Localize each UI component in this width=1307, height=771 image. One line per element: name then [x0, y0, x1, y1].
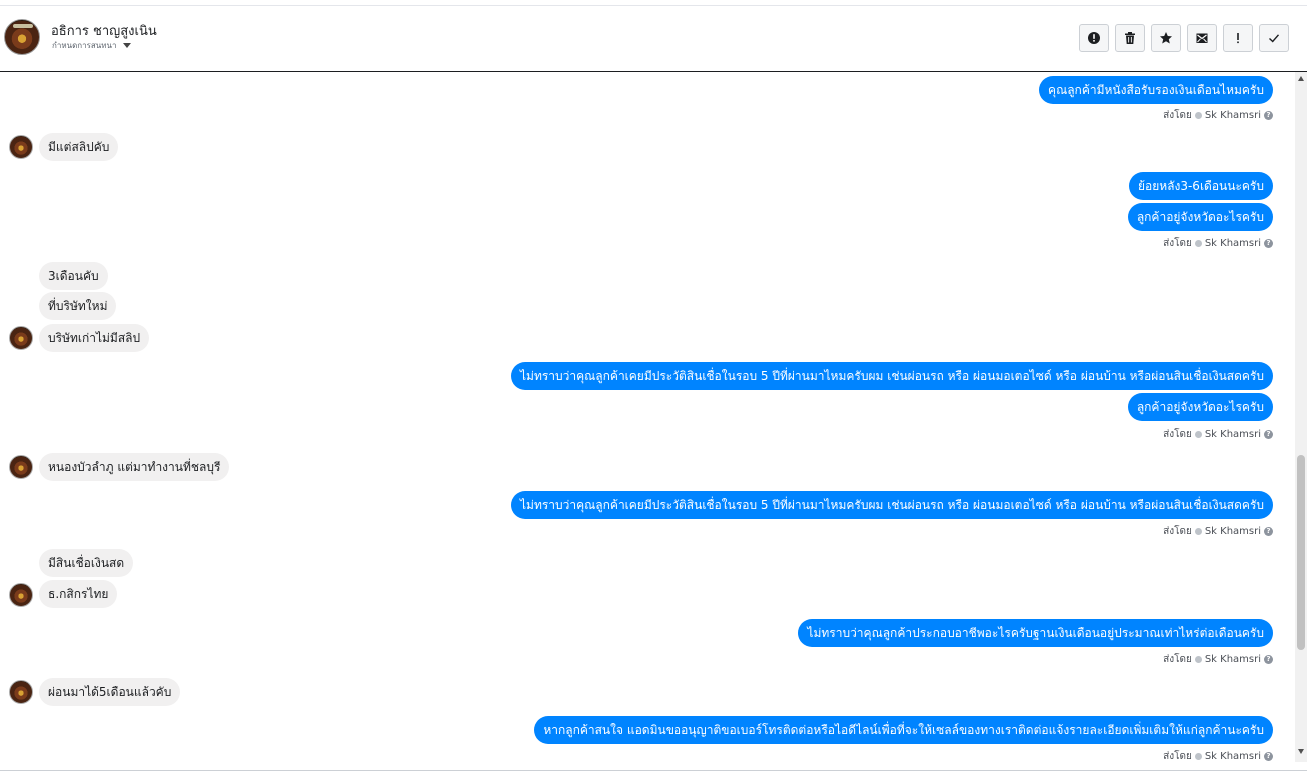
sent-by-prefix: ส่งโดย	[1163, 526, 1192, 537]
sent-by-label: ส่งโดย Sk Khamsri?	[1163, 236, 1273, 251]
sent-by-label: ส่งโดย Sk Khamsri?	[1163, 749, 1273, 762]
help-icon[interactable]: ?	[1264, 655, 1273, 664]
sender-dot-icon	[1194, 753, 1202, 760]
star-button[interactable]	[1151, 24, 1181, 52]
message-incoming: ผ่อนมาได้5เดือนแล้วคับ	[39, 678, 181, 706]
spam-button[interactable]	[1079, 24, 1109, 52]
help-icon[interactable]: ?	[1264, 111, 1273, 120]
sent-by-label: ส่งโดย Sk Khamsri?	[1163, 108, 1273, 123]
check-icon	[1269, 34, 1280, 43]
sent-by-label: ส่งโดย Sk Khamsri?	[1163, 652, 1273, 667]
message-incoming: มีแต่สลิปคับ	[39, 133, 119, 161]
sent-by-prefix: ส่งโดย	[1163, 654, 1192, 665]
conversation-schedule[interactable]: กำหนดการสนทนา	[52, 39, 131, 52]
mail-icon	[1196, 33, 1208, 43]
caret-down-icon	[122, 43, 131, 48]
sent-by-prefix: ส่งโดย	[1163, 429, 1192, 440]
message-outgoing: คุณลูกค้ามีหนังสือรับรองเงินเดือนไหมครับ	[1039, 76, 1273, 104]
trash-icon	[1125, 32, 1135, 44]
contact-avatar-small[interactable]	[9, 135, 33, 159]
follow-up-button[interactable]	[1223, 24, 1253, 52]
contact-avatar-small[interactable]	[9, 583, 33, 607]
sender-dot-icon	[1194, 431, 1202, 438]
header-actions	[1079, 24, 1289, 52]
help-icon[interactable]: ?	[1264, 239, 1273, 248]
alert-circle-icon	[1088, 32, 1100, 44]
contact-avatar[interactable]	[4, 19, 40, 55]
sender-name: Sk Khamsri	[1204, 110, 1261, 121]
contact-avatar-small[interactable]	[9, 326, 33, 350]
message-outgoing: ไม่ทราบว่าคุณลูกค้าประกอบอาชีพอะไรครับฐา…	[798, 619, 1273, 647]
sender-name: Sk Khamsri	[1204, 526, 1261, 537]
conversation-header: อธิการ ชาญสูงเนิน กำหนดการสนทนา	[0, 6, 1307, 72]
message-thread[interactable]: คุณลูกค้ามีหนังสือรับรองเงินเดือนไหมครับ…	[0, 72, 1307, 762]
message-outgoing: ลูกค้าอยู่จังหวัดอะไรครับ	[1127, 393, 1273, 421]
done-button[interactable]	[1259, 24, 1289, 52]
sent-by-label: ส่งโดย Sk Khamsri?	[1163, 524, 1273, 539]
contact-name[interactable]: อธิการ ชาญสูงเนิน	[51, 20, 157, 41]
sender-name: Sk Khamsri	[1204, 654, 1261, 665]
message-incoming: บริษัทเก่าไม่มีสลิป	[39, 324, 150, 352]
sender-name: Sk Khamsri	[1204, 751, 1261, 762]
mark-unread-button[interactable]	[1187, 24, 1217, 52]
message-outgoing: หากลูกค้าสนใจ แอดมินขออนุญาติขอเบอร์โทรต…	[534, 716, 1273, 744]
sent-by-prefix: ส่งโดย	[1163, 110, 1192, 121]
delete-button[interactable]	[1115, 24, 1145, 52]
exclamation-icon	[1237, 33, 1239, 44]
sender-dot-icon	[1194, 656, 1202, 663]
message-incoming: หนองบัวลำภู แต่มาทำงานที่ชลบุรี	[39, 453, 230, 481]
conversation-schedule-label: กำหนดการสนทนา	[52, 41, 117, 50]
sender-name: Sk Khamsri	[1204, 238, 1261, 249]
sent-by-label: ส่งโดย Sk Khamsri?	[1163, 427, 1273, 442]
sender-dot-icon	[1194, 240, 1202, 247]
help-icon[interactable]: ?	[1264, 752, 1273, 761]
sender-dot-icon	[1194, 112, 1202, 119]
contact-avatar-small[interactable]	[9, 455, 33, 479]
message-outgoing: ไม่ทราบว่าคุณลูกค้าเคยมีประวัติสินเชื่อใ…	[511, 362, 1273, 390]
sender-name: Sk Khamsri	[1204, 429, 1261, 440]
message-outgoing: ลูกค้าอยู่จังหวัดอะไรครับ	[1127, 203, 1273, 231]
contact-avatar-small[interactable]	[9, 680, 33, 704]
message-incoming: 3เดือนคับ	[39, 262, 108, 290]
message-outgoing: ไม่ทราบว่าคุณลูกค้าเคยมีประวัติสินเชื่อใ…	[511, 491, 1273, 519]
help-icon[interactable]: ?	[1264, 527, 1273, 536]
message-outgoing: ย้อยหลัง3-6เดือนนะครับ	[1128, 172, 1273, 200]
message-incoming: ธ.กสิกรไทย	[39, 580, 118, 608]
message-incoming: ที่บริษัทใหม่	[39, 292, 117, 320]
help-icon[interactable]: ?	[1264, 430, 1273, 439]
star-icon	[1160, 32, 1172, 44]
sent-by-prefix: ส่งโดย	[1163, 238, 1192, 249]
message-incoming: มีสินเชื่อเงินสด	[39, 549, 134, 577]
sender-dot-icon	[1194, 528, 1202, 535]
sent-by-prefix: ส่งโดย	[1163, 751, 1192, 762]
